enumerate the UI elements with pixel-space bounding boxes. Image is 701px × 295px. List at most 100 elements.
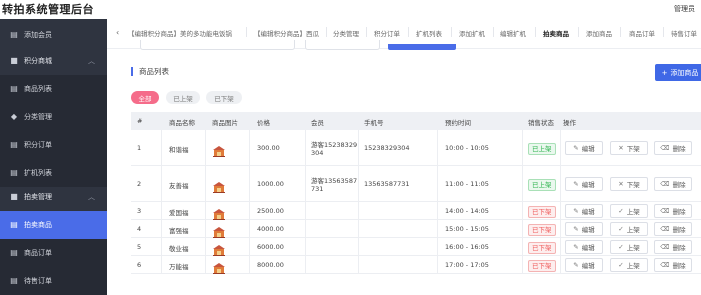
search-input[interactable] xyxy=(305,40,380,50)
delete-button[interactable]: ⌫ 删除 xyxy=(654,141,692,155)
grid-icon: ▤ xyxy=(10,220,18,229)
edit-button[interactable]: ✎ 编辑 xyxy=(565,240,603,254)
search-input[interactable] xyxy=(140,40,295,50)
list-button[interactable]: ✓ 上架 xyxy=(610,240,648,254)
unlist-button[interactable]: ✕ 下架 xyxy=(610,177,648,191)
sidebar-item-product-list[interactable]: ▤ 商品列表 xyxy=(0,75,107,103)
sidebar-item-pending-orders[interactable]: ▤ 待售订单 xyxy=(0,267,107,295)
delete-button[interactable]: ⌫ 删除 xyxy=(654,240,692,254)
edit-button[interactable]: ✎ 编辑 xyxy=(565,222,603,236)
list-button[interactable]: ✓ 上架 xyxy=(610,258,648,272)
sidebar-item-add-member[interactable]: ▤ 添加会员 xyxy=(0,21,107,49)
sidebar-item-label: 拍卖商品 xyxy=(24,221,52,229)
sidebar-item-product-orders[interactable]: ▤ 商品订单 xyxy=(0,239,107,267)
edit-button[interactable]: ✎ 编辑 xyxy=(565,141,603,155)
edit-icon: ✎ xyxy=(573,225,579,233)
list-button[interactable]: ✓ 上架 xyxy=(610,204,648,218)
tab-scroll-left-icon[interactable]: ‹ xyxy=(116,28,119,37)
list-button[interactable]: ✓ 上架 xyxy=(610,222,648,236)
sidebar-item-label: 商品订单 xyxy=(24,249,52,257)
sidebar-item-auction-products[interactable]: ▤ 拍卖商品 xyxy=(0,211,107,239)
row-number: 2 xyxy=(137,180,142,188)
table-row: 3 爱国福 2500.00 14:00 - 14:05 已下架 ✎ 编辑 ✓ 上架 ⌫ 删除 xyxy=(131,202,701,220)
tab-edit-watermelon[interactable]: 【编辑积分商品】西瓜 xyxy=(254,28,319,38)
sidebar-item-label: 积分商城 xyxy=(24,57,52,65)
product-name: 万能福 xyxy=(169,263,189,271)
product-name: 富强福 xyxy=(169,227,189,235)
check-icon: ✓ xyxy=(618,261,624,269)
product-image xyxy=(213,259,225,274)
trash-icon: ⌫ xyxy=(660,207,670,215)
member-name-cont: 731 xyxy=(311,185,324,193)
tab-machine-list[interactable]: 扩机列表 xyxy=(416,28,442,38)
product-name: 和谐福 xyxy=(169,146,189,154)
table-row: 2 友善福 1000.00 游客13563587 731 13563587731 11:00… xyxy=(131,166,701,202)
row-number: 1 xyxy=(137,144,142,152)
unlist-button[interactable]: ✕ 下架 xyxy=(610,141,648,155)
tab-edit-machine[interactable]: 编辑扩机 xyxy=(500,28,526,38)
edit-icon: ✎ xyxy=(573,261,579,269)
delete-button[interactable]: ⌫ 删除 xyxy=(654,258,692,272)
chevron-up-icon: ︿ xyxy=(88,193,95,201)
booking-time: 15:00 - 15:05 xyxy=(445,225,489,233)
sidebar-item-points-orders[interactable]: ▤ 积分订单 xyxy=(0,131,107,159)
product-image xyxy=(213,205,225,220)
product-price: 6000.00 xyxy=(257,243,284,251)
table-row: 1 和谐福 300.00 游客15238329 304 15238329304 10:00 … xyxy=(131,130,701,166)
check-icon: ✓ xyxy=(618,207,624,215)
user-menu[interactable]: 管理员 xyxy=(674,4,695,14)
sidebar: ▤ 添加会员 ■ 积分商城 ︿ ▤ 商品列表 ◆ 分类管理 ▤ 积分订单 ▤ 扩… xyxy=(0,19,107,295)
product-price: 4000.00 xyxy=(257,225,284,233)
delete-button[interactable]: ⌫ 删除 xyxy=(654,204,692,218)
tab-product-orders[interactable]: 商品订单 xyxy=(629,28,655,38)
edit-icon: ✎ xyxy=(573,180,579,188)
search-button[interactable] xyxy=(388,44,456,50)
tab-category[interactable]: 分类管理 xyxy=(333,28,359,38)
member-phone: 15238329304 xyxy=(364,144,410,152)
tab-add-machine[interactable]: 添加扩机 xyxy=(459,28,485,38)
grid-icon: ▤ xyxy=(10,276,18,285)
add-product-button[interactable]: + 添加商品 xyxy=(655,64,701,81)
product-image xyxy=(213,223,225,238)
tab-edit-rice-cooker[interactable]: 【编辑积分商品】美的多功能电饭锅 xyxy=(128,28,232,38)
member-name: 游客15238329 xyxy=(311,141,358,149)
filter-on-shelf[interactable]: 已上架 xyxy=(166,91,200,104)
sidebar-item-label: 添加会员 xyxy=(24,31,52,39)
table-row: 6 万能福 8000.00 17:00 - 17:05 已下架 ✎ 编辑 ✓ 上架 ⌫ 删除 xyxy=(131,256,701,274)
delete-button[interactable]: ⌫ 删除 xyxy=(654,177,692,191)
tab-pending-orders[interactable]: 待售订单 xyxy=(671,28,697,38)
grid-icon: ▤ xyxy=(10,248,18,257)
filter-off-shelf[interactable]: 已下架 xyxy=(206,91,242,104)
status-badge: 已下架 xyxy=(528,242,556,254)
tab-auction-products[interactable]: 拍卖商品 xyxy=(543,28,569,38)
trash-icon: ⌫ xyxy=(660,144,670,152)
tab-points-orders[interactable]: 积分订单 xyxy=(374,28,400,38)
edit-button[interactable]: ✎ 编辑 xyxy=(565,258,603,272)
bag-icon: ■ xyxy=(10,192,18,201)
tab-add-product[interactable]: 添加商品 xyxy=(586,28,612,38)
table-row: 4 富强福 4000.00 15:00 - 15:05 已下架 ✎ 编辑 ✓ 上架 ⌫ 删除 xyxy=(131,220,701,238)
product-price: 1000.00 xyxy=(257,180,284,188)
sidebar-item-label: 积分订单 xyxy=(24,141,52,149)
status-badge: 已上架 xyxy=(528,143,556,155)
edit-button[interactable]: ✎ 编辑 xyxy=(565,177,603,191)
booking-time: 17:00 - 17:05 xyxy=(445,261,489,269)
edit-button[interactable]: ✎ 编辑 xyxy=(565,204,603,218)
plus-icon: + xyxy=(661,68,668,77)
sidebar-item-label: 商品列表 xyxy=(24,85,52,93)
sidebar-item-category[interactable]: ◆ 分类管理 xyxy=(0,103,107,131)
grid-icon: ▤ xyxy=(10,84,18,93)
app-title: 转拍系统管理后台 xyxy=(2,3,94,16)
product-image xyxy=(213,178,225,193)
table-header: # 商品名称 商品图片 价格 会员 手机号 预约时间 销售状态 操作 xyxy=(131,112,701,130)
filter-all[interactable]: 全部 xyxy=(131,91,159,104)
delete-button[interactable]: ⌫ 删除 xyxy=(654,222,692,236)
row-number: 4 xyxy=(137,225,142,233)
sidebar-group-points-mall[interactable]: ■ 积分商城 ︿ xyxy=(0,47,107,75)
sidebar-group-auction[interactable]: ■ 拍卖管理 ︿ xyxy=(0,183,107,211)
close-icon: ✕ xyxy=(618,144,624,152)
product-price: 8000.00 xyxy=(257,261,284,269)
check-icon: ✓ xyxy=(618,225,624,233)
top-bar: 转拍系统管理后台 管理员 xyxy=(0,0,701,19)
status-badge: 已上架 xyxy=(528,179,556,191)
